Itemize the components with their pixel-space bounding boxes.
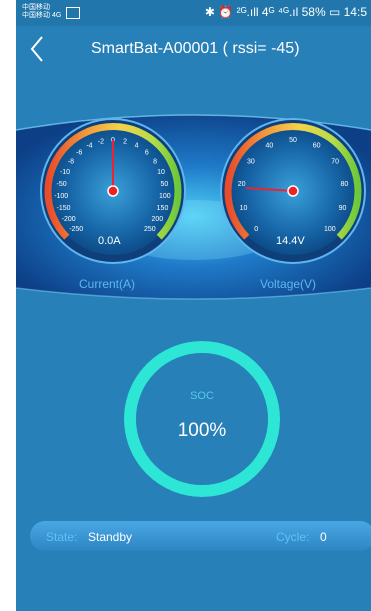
- current-tick-label: 50: [161, 181, 169, 188]
- current-tick-label: 250: [144, 226, 156, 233]
- back-button[interactable]: [24, 32, 52, 66]
- gauge-panel: -250-200-150-100-50-10-8-6-4-20246810501…: [16, 110, 371, 300]
- current-tick-label: -200: [62, 216, 76, 223]
- gallery-icon: [66, 7, 80, 19]
- page-title: SmartBat-A00001 ( rssi= -45): [91, 40, 300, 57]
- current-tick-label: 100: [159, 193, 171, 200]
- voltage-tick-label: 70: [331, 158, 339, 165]
- current-tick-label: -100: [54, 193, 68, 200]
- current-tick-label: 8: [153, 158, 157, 165]
- voltage-tick-label: 80: [341, 181, 349, 188]
- current-tick-label: 10: [157, 169, 165, 176]
- app-screen: 中国移动 中国移动 4G ✱ ⏰ ²ᴳ.ıll 4ᴳ ⁴ᴳ.ıl 58% ▭ 1…: [16, 0, 371, 611]
- current-label: Current(A): [79, 277, 136, 291]
- cycle-label: Cycle:: [276, 530, 310, 544]
- state-value: Standby: [88, 530, 133, 544]
- voltage-readout: 14.4V: [276, 235, 305, 247]
- current-readout: 0.0A: [98, 235, 121, 247]
- current-tick-label: -150: [56, 205, 70, 212]
- current-tick-label: -50: [57, 181, 67, 188]
- cycle-value: 0: [320, 530, 327, 544]
- carrier-line-1: 中国移动: [22, 4, 50, 11]
- chevron-left-icon: [30, 36, 43, 62]
- current-tick-label: -6: [76, 150, 82, 157]
- voltage-tick-label: 10: [240, 205, 248, 212]
- status-bar: 中国移动 中国移动 4G ✱ ⏰ ²ᴳ.ıll 4ᴳ ⁴ᴳ.ıl 58% ▭ 1…: [16, 0, 371, 26]
- voltage-tick-label: 30: [247, 158, 255, 165]
- nav-bar: SmartBat-A00001 ( rssi= -45): [16, 26, 371, 72]
- current-tick-label: 6: [145, 150, 149, 157]
- gauges-svg: -250-200-150-100-50-10-8-6-4-20246810501…: [40, 118, 366, 264]
- carrier-line-2: 中国移动 4G: [22, 12, 62, 19]
- current-tick-label: -250: [69, 226, 83, 233]
- current-tick-label: 150: [157, 205, 169, 212]
- soc-ring: SOC 100%: [121, 338, 283, 500]
- soc-label: SOC: [190, 390, 214, 402]
- current-tick-label: 2: [123, 138, 127, 145]
- soc-value: 100%: [177, 420, 227, 441]
- voltage-tick-label: 40: [266, 143, 274, 150]
- voltage-tick-label: 50: [289, 137, 297, 144]
- state-label: State:: [46, 530, 78, 544]
- current-tick-label: -8: [68, 158, 74, 165]
- soc-progress-arc: [124, 341, 280, 497]
- current-tick-label: -4: [86, 143, 92, 150]
- voltage-tick-label: 20: [238, 181, 246, 188]
- status-icons: ✱ ⏰ ²ᴳ.ıll 4ᴳ ⁴ᴳ.ıl 58% ▭ 14:5: [204, 5, 367, 19]
- current-tick-label: -10: [60, 169, 70, 176]
- voltage-tick-label: 60: [313, 143, 321, 150]
- current-tick-label: 4: [135, 143, 139, 150]
- state-bar: State: Standby Cycle: 0: [30, 521, 371, 551]
- voltage-tick-label: 100: [324, 226, 336, 233]
- carrier-info: 中国移动 中国移动 4G: [22, 4, 61, 20]
- voltage-label: Voltage(V): [260, 277, 317, 291]
- current-tick-label: -2: [98, 138, 104, 145]
- soc-ring-svg: [124, 341, 280, 497]
- voltage-tick-label: 0: [254, 226, 258, 233]
- current-tick-label: 200: [151, 216, 163, 223]
- voltage-tick-label: 90: [339, 205, 347, 212]
